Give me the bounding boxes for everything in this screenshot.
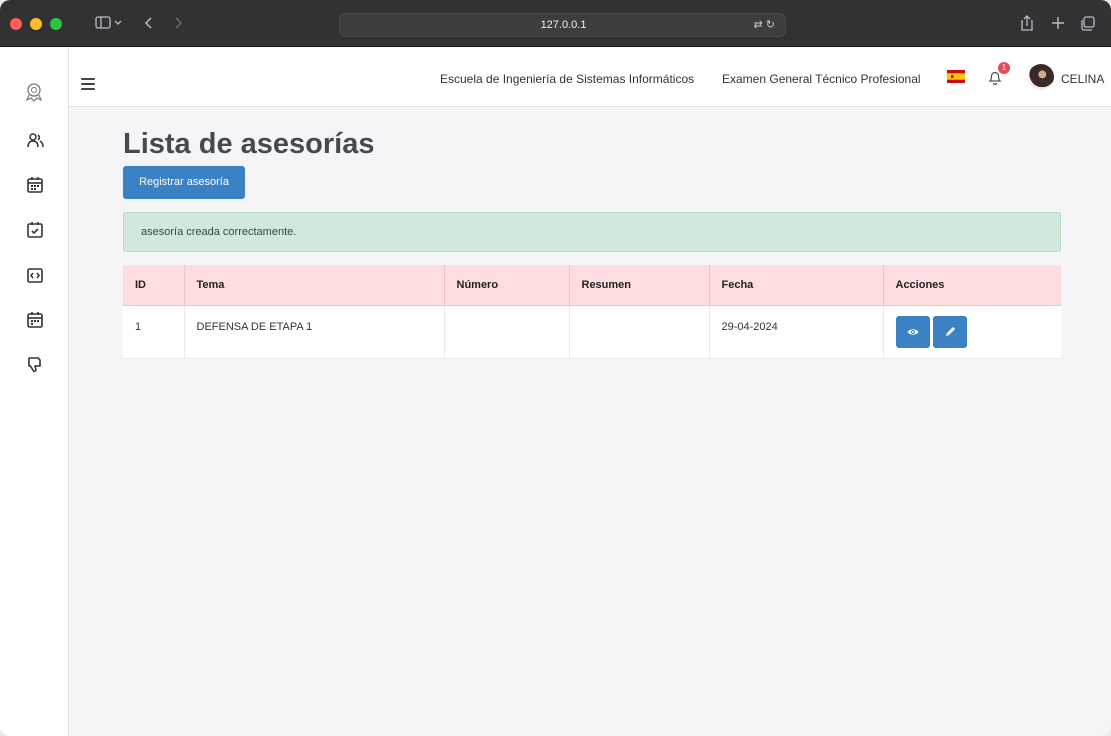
success-alert: asesoría creada correctamente. (123, 212, 1061, 252)
code-window-icon[interactable] (25, 265, 45, 285)
cell-acciones (882, 305, 1061, 359)
share-icon[interactable] (1018, 12, 1036, 34)
user-name[interactable]: CELINA (1061, 72, 1104, 86)
calendar-check-icon[interactable] (25, 220, 45, 240)
pencil-icon (945, 326, 955, 336)
edit-button[interactable] (932, 315, 967, 348)
asesorias-table: ID Tema Número Resumen Fecha Acciones 1 … (123, 265, 1061, 359)
top-navbar: Escuela de Ingeniería de Sistemas Inform… (69, 48, 1111, 107)
cell-resumen (568, 305, 709, 359)
forward-icon[interactable] (170, 12, 186, 34)
table-row: 1 DEFENSA DE ETAPA 1 29-04-2024 (123, 305, 1061, 359)
menu-toggle-icon[interactable] (81, 78, 95, 90)
cell-numero (443, 305, 569, 359)
column-header-numero: Número (443, 265, 569, 306)
new-tab-icon[interactable] (1049, 12, 1067, 34)
minimize-window-button[interactable] (30, 18, 42, 30)
reload-icon[interactable]: ↻ (766, 19, 775, 31)
notification-badge: 1 (998, 62, 1010, 74)
browser-toolbar: 127.0.0.1 ⇄ ↻ (0, 0, 1111, 47)
address-bar[interactable]: 127.0.0.1 ⇄ ↻ (339, 13, 786, 37)
nav-link-exam[interactable]: Examen General Técnico Profesional (722, 72, 921, 86)
back-icon[interactable] (141, 12, 157, 34)
table-header-row: ID Tema Número Resumen Fecha Acciones (123, 265, 1061, 306)
translate-icon[interactable]: ⇄ (754, 19, 763, 31)
zoom-window-button[interactable] (50, 18, 62, 30)
column-header-fecha: Fecha (708, 265, 883, 306)
column-header-acciones: Acciones (882, 265, 1061, 306)
cell-id: 1 (123, 305, 184, 359)
browser-window: 127.0.0.1 ⇄ ↻ Escuela de Ingeniería de S… (0, 0, 1111, 736)
sidebar (0, 48, 69, 736)
column-header-id: ID (123, 265, 184, 306)
thumbs-down-icon[interactable] (25, 354, 45, 374)
nav-link-school[interactable]: Escuela de Ingeniería de Sistemas Inform… (440, 72, 694, 86)
cell-fecha: 29-04-2024 (708, 305, 883, 359)
url-text: 127.0.0.1 (540, 19, 587, 31)
sidebar-toggle-icon[interactable] (92, 12, 126, 34)
view-button[interactable] (895, 315, 930, 348)
close-window-button[interactable] (10, 18, 22, 30)
calendar-icon[interactable] (25, 175, 45, 195)
app-logo-icon[interactable] (24, 82, 44, 106)
tab-overview-icon[interactable] (1078, 12, 1098, 34)
users-icon[interactable] (25, 131, 45, 151)
cell-tema: DEFENSA DE ETAPA 1 (183, 305, 444, 359)
spain-flag-icon[interactable] (947, 70, 965, 83)
register-asesoria-button[interactable]: Registrar asesoría (123, 166, 245, 199)
eye-icon (907, 328, 918, 335)
alert-message: asesoría creada correctamente. (141, 226, 297, 238)
avatar[interactable] (1028, 64, 1054, 90)
calendar-icon[interactable] (25, 310, 45, 330)
page-title: Lista de asesorías (123, 128, 375, 160)
column-header-tema: Tema (183, 265, 444, 306)
column-header-resumen: Resumen (568, 265, 709, 306)
